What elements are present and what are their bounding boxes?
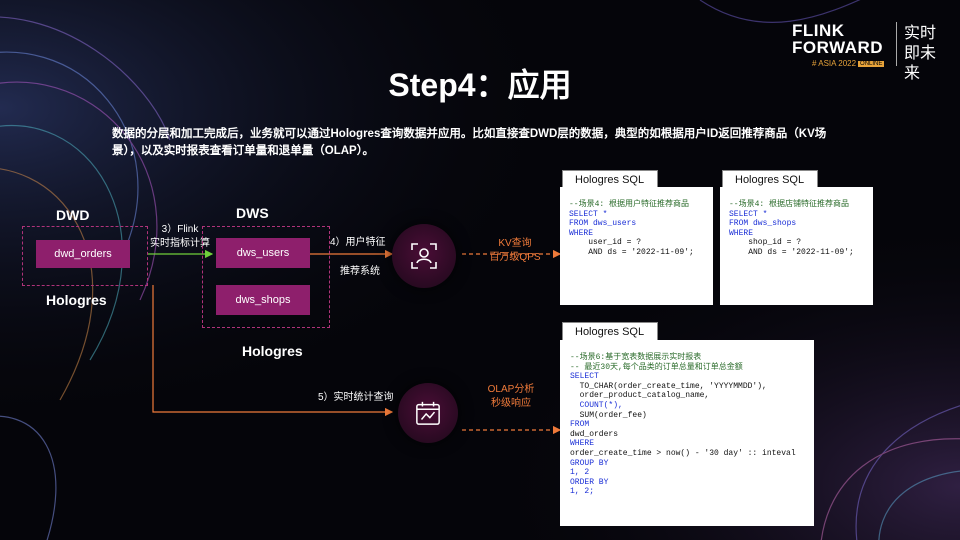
dws-users-table: dws_users [216,238,310,268]
chart-calendar-icon [416,401,440,425]
sql-line: SELECT [570,372,599,382]
sql-line: 1, 2; [570,487,595,497]
sql-line: AND ds = '2022-11-09'; [729,247,854,257]
dwd-title: DWD [56,207,90,223]
sql-card-2-tab[interactable]: Hologres SQL [722,170,818,188]
sql-line: dwd_orders [570,429,619,439]
brand-forward: FORWARD [792,38,884,57]
dws-title: DWS [236,205,269,221]
slide-intro: 数据的分层和加工完成后，业务就可以通过Hologres查询数据并应用。比如直接查… [112,128,827,157]
sql-line: WHERE [729,228,754,238]
kv-outcome-line1: KV查询 [498,238,532,249]
dws-shops-table: dws_shops [216,285,310,315]
user-scan-icon [411,243,437,269]
sql-line: TO_CHAR(order_create_time, 'YYYYMMDD'), [570,381,767,391]
sql-card-3: --场景6:基于宽表数据展示实时报表 -- 最近30天,每个品类的订单总量和订单… [560,340,814,526]
sql-card-1-code: --场景4: 根据用户特征推荐商品 SELECT * FROM dws_user… [560,187,713,258]
dws-engine-label: Hologres [242,343,303,359]
sql-line: WHERE [569,228,594,238]
sql-card-2: --场景4: 根据店铺特征推荐商品 SELECT * FROM dws_shop… [720,187,873,305]
realtime-query-label: 5）实时统计查询 [318,392,394,403]
sql-card-3-code: --场景6:基于宽表数据展示实时报表 -- 最近30天,每个品类的订单总量和订单… [560,340,814,497]
dwd-orders-table: dwd_orders [36,240,130,268]
sql-card-2-code: --场景4: 根据店铺特征推荐商品 SELECT * FROM dws_shop… [720,187,873,258]
sql-line: AND ds = '2022-11-09'; [569,247,694,257]
sql-line: shop_id = ? [729,238,802,248]
olap-outcome: OLAP分析 秒级响应 [476,383,546,411]
sql-line: FROM dws_users [569,219,637,229]
sql-line: order_product_catalog_name, [570,391,710,401]
olap-outcome-line2: 秒级响应 [491,398,531,409]
sql-line: GROUP BY [570,458,609,468]
sql-line: SELECT * [569,209,608,219]
brand-flink: FLINK [792,21,845,40]
sql-line: SELECT * [729,209,768,219]
sql-card-3-tab[interactable]: Hologres SQL [562,322,658,340]
recommend-system-label: 推荐系统 [340,266,380,277]
realtime-query-node [398,383,458,443]
sql-line: --场景4: 根据用户特征推荐商品 [569,200,690,209]
sql-line: user_id = ? [569,238,642,248]
kv-outcome-line2: 百万级QPS [489,252,541,263]
sql-line: WHERE [570,439,595,449]
sql-line: FROM [570,420,590,430]
recommend-system-node [392,224,456,288]
slide-title: Step4：应用 [388,67,572,103]
sql-line: order_create_time > now() - '30 day' :: … [570,448,796,458]
sql-line: 1, 2 [570,468,590,478]
sql-line: COUNT(*), [570,400,623,410]
kv-outcome: KV查询 百万级QPS [480,237,550,265]
sql-line: SUM(order_fee) [570,410,647,420]
dwd-engine-label: Hologres [46,292,107,308]
sql-line: -- 最近30天,每个品类的订单总量和订单总金额 [570,362,743,372]
sql-line: --场景6:基于宽表数据展示实时报表 [570,353,702,362]
olap-outcome-line1: OLAP分析 [487,384,535,395]
sql-line: --场景4: 根据店铺特征推荐商品 [729,200,850,209]
sql-line: ORDER BY [570,477,609,487]
sql-card-1-tab[interactable]: Hologres SQL [562,170,658,188]
sql-line: FROM dws_shops [729,219,797,229]
sql-card-1: --场景4: 根据用户特征推荐商品 SELECT * FROM dws_user… [560,187,713,305]
